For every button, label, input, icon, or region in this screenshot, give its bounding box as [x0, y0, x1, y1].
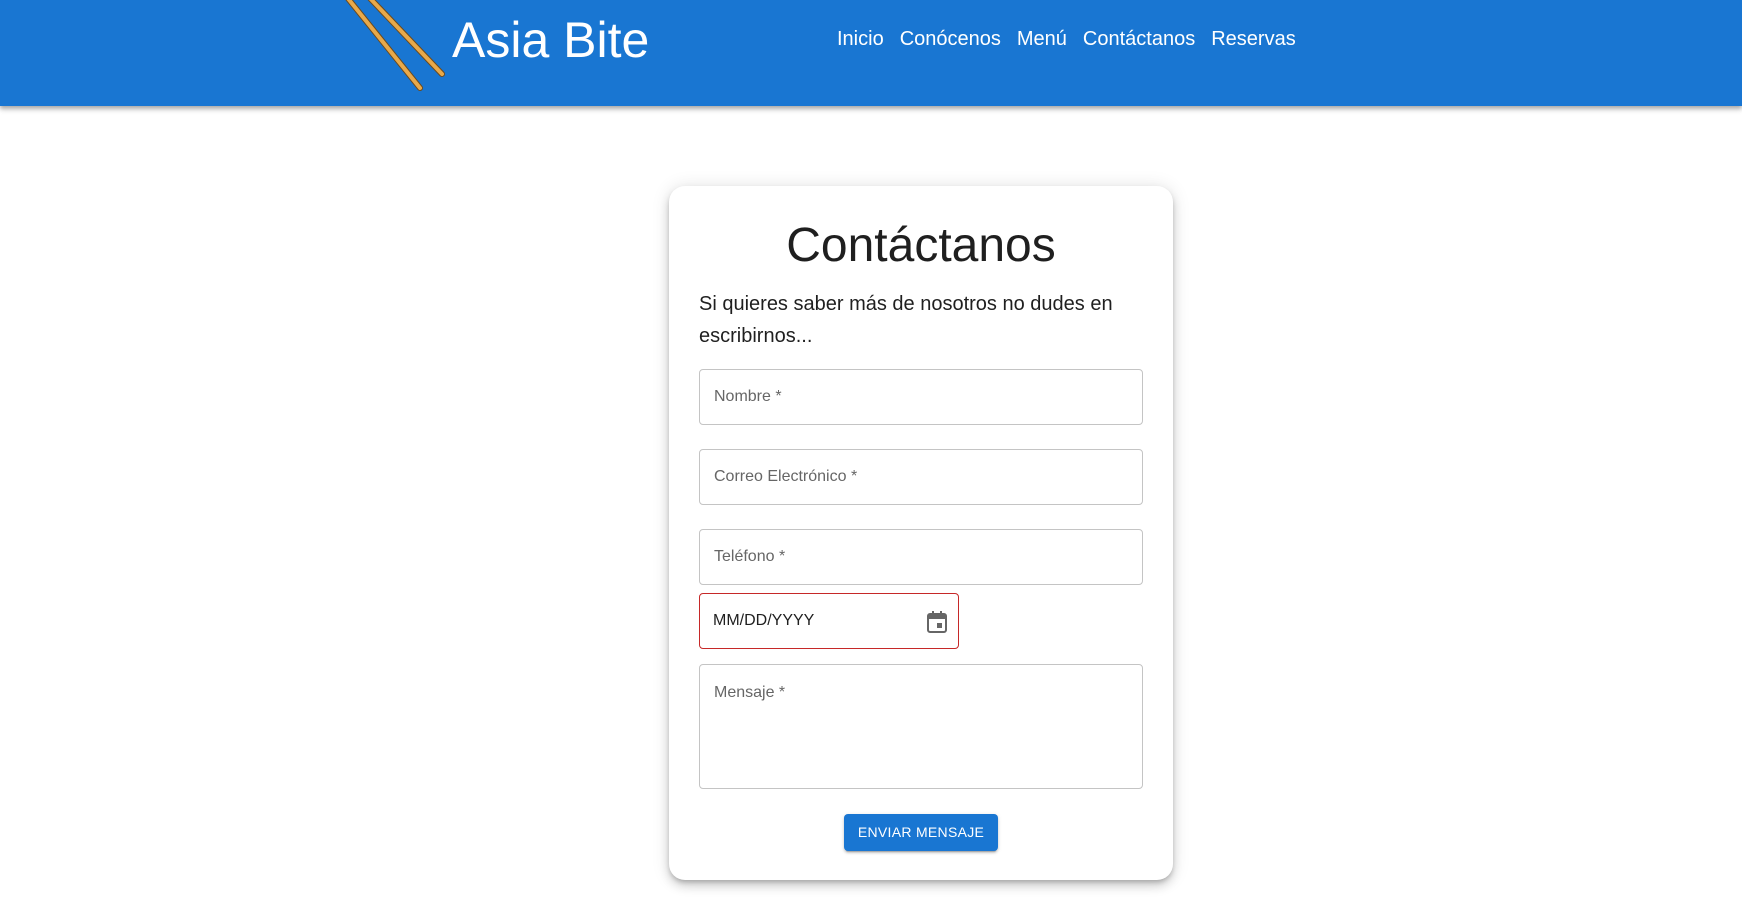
- main-nav: Inicio Conócenos Menú Contáctanos Reserv…: [829, 24, 1304, 54]
- nav-link-conocenos[interactable]: Conócenos: [892, 24, 1009, 54]
- contact-card: Contáctanos Si quieres saber más de noso…: [669, 186, 1173, 880]
- date-field[interactable]: MM/DD/YYYY: [699, 593, 959, 649]
- send-message-button[interactable]: ENVIAR MENSAJE: [844, 814, 998, 851]
- app-bar: Asia Bite Inicio Conócenos Menú Contácta…: [0, 0, 1742, 106]
- message-field-label: Mensaje *: [714, 684, 786, 701]
- brand-title[interactable]: Asia Bite: [452, 10, 649, 70]
- phone-field[interactable]: Teléfono *: [699, 529, 1143, 585]
- chopsticks-icon: [345, 0, 445, 91]
- nav-link-contactanos[interactable]: Contáctanos: [1075, 24, 1203, 54]
- contact-subtitle: Si quieres saber más de nosotros no dude…: [699, 293, 1113, 347]
- page-title: Contáctanos: [786, 219, 1056, 272]
- name-field[interactable]: Nombre *: [699, 369, 1143, 425]
- email-field-label: Correo Electrónico *: [714, 468, 858, 485]
- date-field-value: MM/DD/YYYY: [713, 612, 815, 629]
- nav-link-inicio[interactable]: Inicio: [829, 24, 892, 54]
- message-field[interactable]: Mensaje *: [699, 664, 1143, 789]
- phone-field-label: Teléfono *: [714, 548, 786, 565]
- nav-link-reservas[interactable]: Reservas: [1203, 24, 1303, 54]
- email-field[interactable]: Correo Electrónico *: [699, 449, 1143, 505]
- nav-link-menu[interactable]: Menú: [1009, 24, 1075, 54]
- name-field-label: Nombre *: [714, 388, 782, 405]
- calendar-icon[interactable]: [926, 610, 948, 634]
